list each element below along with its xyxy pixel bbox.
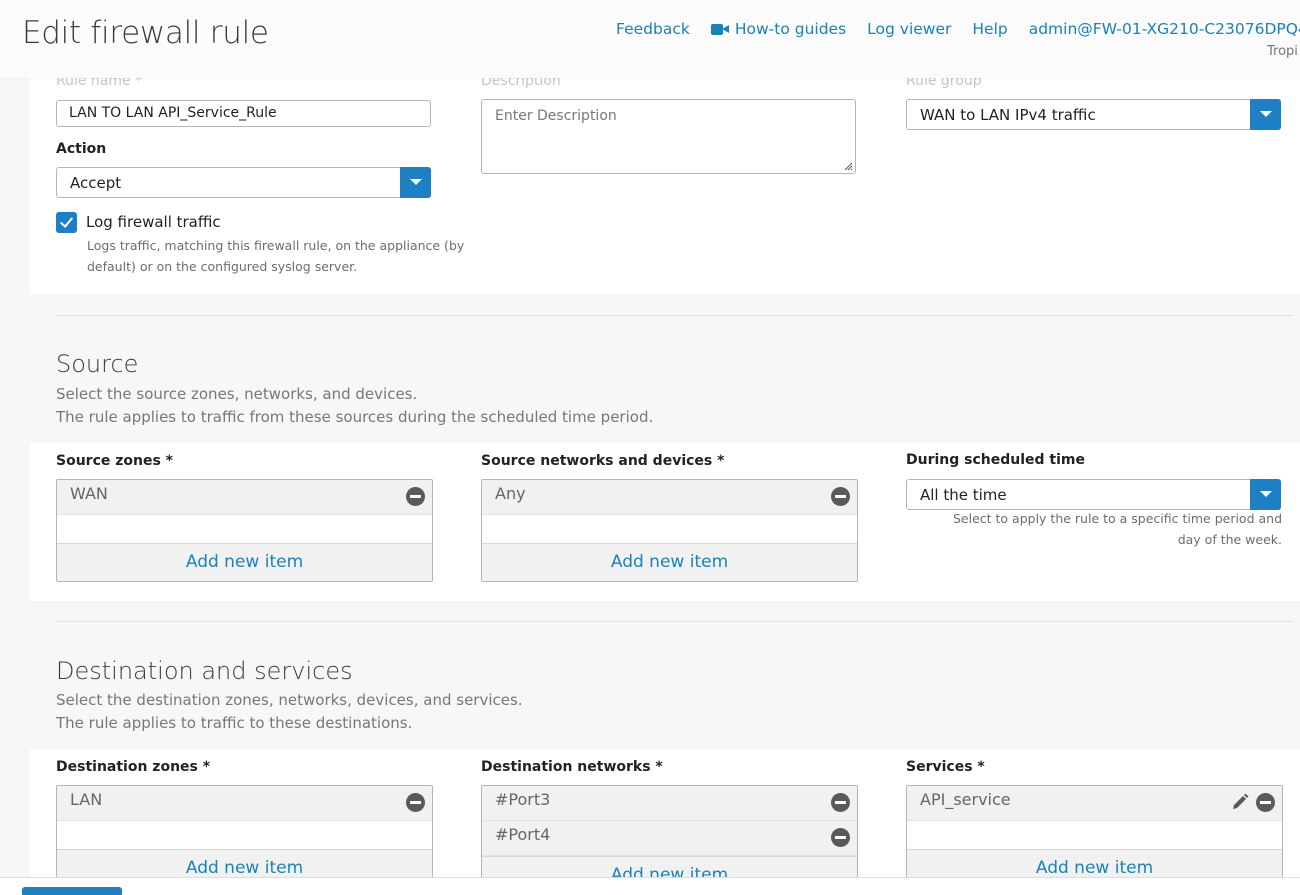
source-networks-list: Any Add new item	[481, 479, 858, 582]
log-traffic-help: Logs traffic, matching this firewall rul…	[87, 238, 465, 274]
description-placeholder: Enter Description	[495, 108, 617, 124]
section-divider	[56, 621, 1293, 622]
remove-icon[interactable]	[831, 487, 850, 506]
remove-icon[interactable]	[1256, 793, 1275, 812]
list-item: API_service	[907, 786, 1282, 821]
chevron-down-icon[interactable]	[1250, 99, 1281, 130]
schedule-value: All the time	[920, 486, 1007, 504]
remove-icon[interactable]	[831, 793, 850, 812]
log-traffic-label[interactable]: Log firewall traffic	[86, 213, 221, 231]
source-zones-label: Source zones *	[56, 453, 173, 469]
source-desc-1: Select the source zones, networks, and d…	[56, 385, 418, 403]
source-networks-label: Source networks and devices *	[481, 453, 725, 469]
list-item-label: API_service	[920, 790, 1011, 809]
list-item: Any	[482, 480, 857, 515]
help-link[interactable]: Help	[972, 20, 1007, 38]
list-item-label: Any	[495, 484, 526, 503]
services-list: API_service Add new item	[906, 785, 1283, 885]
schedule-label: During scheduled time	[906, 452, 1085, 468]
save-button[interactable]	[22, 887, 122, 895]
page-title: Edit firewall rule	[22, 15, 269, 51]
list-item-label: LAN	[70, 790, 103, 809]
log-viewer-link[interactable]: Log viewer	[867, 20, 951, 38]
list-item: #Port4	[482, 821, 857, 856]
feedback-link[interactable]: Feedback	[616, 20, 690, 38]
resize-grip-icon[interactable]	[844, 162, 853, 171]
list-item-label: #Port3	[495, 790, 551, 809]
rule-group-value: WAN to LAN IPv4 traffic	[920, 106, 1096, 124]
chevron-down-icon[interactable]	[400, 167, 431, 198]
list-item: LAN	[57, 786, 432, 821]
destination-zones-list: LAN Add new item	[56, 785, 433, 885]
destination-section-title: Destination and services	[56, 657, 353, 685]
services-label: Services *	[906, 759, 985, 775]
remove-icon[interactable]	[406, 793, 425, 812]
source-desc-2: The rule applies to traffic from these s…	[56, 408, 654, 426]
section-divider	[56, 315, 1293, 316]
list-item: WAN	[57, 480, 432, 515]
schedule-help: Select to apply the rule to a specific t…	[953, 511, 1282, 547]
source-zones-list: WAN Add new item	[56, 479, 433, 582]
user-subtext: Tropi	[1267, 44, 1298, 59]
user-menu-link[interactable]: admin@FW-01-XG210-C23076DPQ4R	[1029, 20, 1300, 38]
action-select[interactable]: Accept	[56, 167, 431, 198]
destination-networks-label: Destination networks *	[481, 759, 663, 775]
destination-zones-label: Destination zones *	[56, 759, 211, 775]
list-item-label: WAN	[70, 484, 108, 503]
list-item-label: #Port4	[495, 825, 551, 844]
description-textarea[interactable]: Enter Description	[481, 99, 856, 174]
list-item: #Port3	[482, 786, 857, 821]
rule-name-input[interactable]: LAN TO LAN API_Service_Rule	[56, 100, 431, 127]
log-traffic-checkbox[interactable]	[56, 212, 77, 233]
edit-pencil-icon[interactable]	[1230, 792, 1250, 812]
bottom-action-bar	[0, 877, 1300, 895]
destination-desc-1: Select the destination zones, networks, …	[56, 691, 523, 709]
action-label: Action	[56, 141, 107, 157]
page-header: Edit firewall rule Feedback How-to guide…	[0, 0, 1300, 78]
chevron-down-icon[interactable]	[1250, 479, 1281, 510]
add-new-item-button[interactable]: Add new item	[482, 543, 857, 581]
remove-icon[interactable]	[831, 828, 850, 847]
top-links: Feedback How-to guides Log viewer Help a…	[616, 20, 1300, 38]
howto-guides-link[interactable]: How-to guides	[710, 20, 847, 38]
howto-guides-label: How-to guides	[734, 20, 847, 38]
action-value: Accept	[70, 174, 122, 192]
rule-group-select[interactable]: WAN to LAN IPv4 traffic	[906, 99, 1281, 130]
remove-icon[interactable]	[406, 487, 425, 506]
video-camera-icon	[710, 23, 729, 35]
add-new-item-button[interactable]: Add new item	[57, 543, 432, 581]
destination-desc-2: The rule applies to traffic to these des…	[56, 714, 413, 732]
source-section-title: Source	[56, 350, 139, 378]
schedule-select[interactable]: All the time	[906, 479, 1281, 510]
destination-networks-list: #Port3 #Port4 Add new item	[481, 785, 858, 885]
